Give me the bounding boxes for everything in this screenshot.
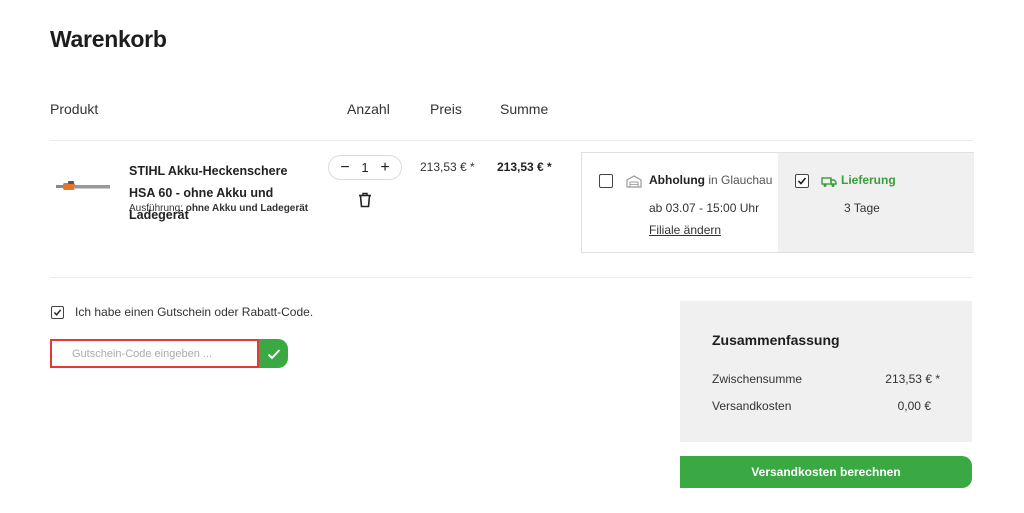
shipping-cost-value: 0,00 € (897, 399, 931, 413)
store-icon (626, 175, 642, 188)
checkmark-icon (797, 177, 807, 185)
pickup-location: in Glauchau (708, 173, 773, 187)
truck-icon (821, 177, 837, 187)
calculate-shipping-button[interactable]: Versandkosten berechnen (680, 456, 972, 488)
item-sum: 213,53 € * (497, 160, 552, 174)
product-variant: Ausführung: ohne Akku und Ladegerät (129, 203, 308, 214)
variant-label: Ausführung: (129, 203, 183, 214)
order-summary: Zusammenfassung Zwischensumme 213,53 € *… (680, 301, 972, 442)
quantity-stepper: − 1 + (328, 155, 402, 180)
change-store-link[interactable]: Filiale ändern (649, 223, 721, 237)
shipping-cost-label: Versandkosten (712, 399, 792, 413)
shipping-checkbox[interactable] (795, 174, 809, 188)
quantity-value[interactable]: 1 (361, 160, 368, 175)
subtotal-value: 213,53 € * (885, 372, 940, 386)
shipping-option[interactable]: Lieferung 3 Tage (778, 153, 974, 252)
trash-icon[interactable] (358, 192, 372, 208)
shipping-duration: 3 Tage (844, 201, 880, 215)
pickup-title: Abholung (649, 173, 705, 187)
item-price: 213,53 € * (420, 160, 475, 174)
coupon-checkbox[interactable] (51, 306, 64, 319)
page-title: Warenkorb (50, 26, 167, 52)
variant-value: ohne Akku und Ladegerät (185, 203, 309, 214)
delivery-options: Abholung in Glauchau ab 03.07 - 15:00 Uh… (581, 152, 974, 253)
header-quantity: Anzahl (347, 101, 390, 117)
pickup-label: Abholung in Glauchau (649, 173, 772, 187)
header-price: Preis (430, 101, 462, 117)
pickup-checkbox[interactable] (599, 174, 613, 188)
plus-icon[interactable]: + (378, 159, 392, 176)
checkmark-icon (267, 348, 280, 359)
subtotal-label: Zwischensumme (712, 372, 803, 386)
minus-icon[interactable]: − (338, 159, 352, 176)
cart-divider (50, 277, 973, 278)
product-thumbnail[interactable] (56, 178, 112, 194)
coupon-submit-button[interactable] (259, 339, 288, 368)
pickup-time: ab 03.07 - 15:00 Uhr (649, 201, 760, 215)
coupon-checkbox-label[interactable]: Ich habe einen Gutschein oder Rabatt-Cod… (75, 305, 313, 319)
summary-title: Zusammenfassung (712, 332, 840, 348)
shipping-label: Lieferung (841, 173, 896, 187)
pickup-option[interactable]: Abholung in Glauchau ab 03.07 - 15:00 Uh… (582, 153, 778, 252)
coupon-code-input[interactable] (50, 339, 259, 368)
header-divider (50, 140, 973, 141)
header-product: Produkt (50, 101, 99, 117)
header-sum: Summe (500, 101, 549, 117)
checkmark-icon (53, 308, 61, 316)
product-name[interactable]: STIHL Akku-Heckenschere HSA 60 - ohne Ak… (129, 160, 314, 226)
